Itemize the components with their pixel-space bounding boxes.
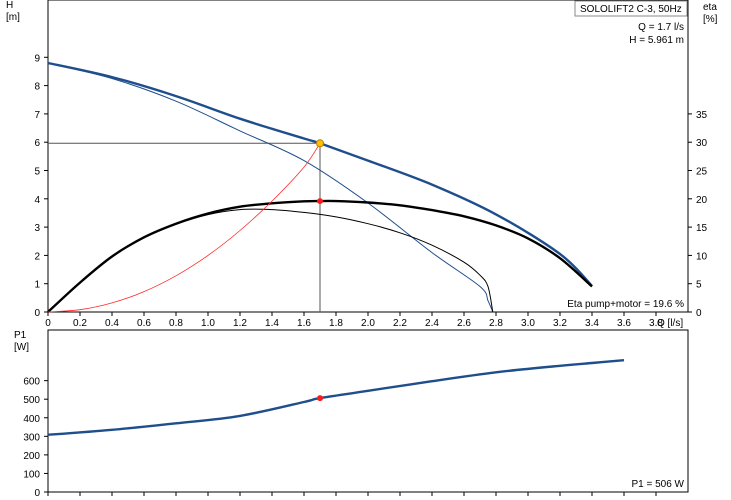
x-tick-label: 1.8 <box>329 318 343 329</box>
eta-tick-label: 15 <box>696 223 708 234</box>
eta-axis-label: eta <box>703 2 717 13</box>
duty-point-power-marker <box>317 395 323 402</box>
x-tick-label: 2.0 <box>361 318 375 329</box>
duty-guides <box>48 142 321 312</box>
x-tick-label: 2.6 <box>457 318 471 329</box>
head-axis-unit: [m] <box>6 12 20 23</box>
eta-annotation: Eta pump+motor = 19.6 % <box>567 299 684 310</box>
x-tick-label: 0.6 <box>137 318 151 329</box>
head-tick-label: 9 <box>34 53 40 64</box>
eta-tick-label: 20 <box>696 195 708 206</box>
duty-h-label: H = 5.961 m <box>629 35 684 46</box>
head-tick-label: 8 <box>34 82 40 93</box>
x-tick-label: 2.4 <box>425 318 439 329</box>
eta-tick-label: 0 <box>696 308 702 319</box>
power-tick-label: 400 <box>23 414 40 425</box>
head-tick-label: 6 <box>34 138 40 149</box>
duty-q-label: Q = 1.7 l/s <box>638 22 684 33</box>
head-tick-label: 7 <box>34 110 40 121</box>
x-tick-label: 3.8 <box>649 318 663 329</box>
head-curve-thin-line <box>47 62 494 313</box>
x-axis-ticks: 0 0.2 0.4 0.6 0.8 1.0 1.2 1.4 1.6 1.8 2.0 2.2 2.4 2.6… <box>45 312 663 496</box>
head-tick-label: 3 <box>34 223 40 234</box>
power-axis-label: P1 <box>14 330 27 341</box>
curves <box>47 61 625 436</box>
x-tick-label: 3.6 <box>617 318 631 329</box>
x-tick-label: 2.8 <box>489 318 503 329</box>
upper-plot-frame <box>47 0 689 313</box>
eta-tick-label: 10 <box>696 251 708 262</box>
power-tick-label: 600 <box>23 377 40 388</box>
head-tick-label: 0 <box>34 308 40 319</box>
eta-tick-label: 25 <box>696 167 708 178</box>
eta-curve-thin-line <box>47 208 494 313</box>
x-tick-label: 3.0 <box>521 318 535 329</box>
power-tick-label: 0 <box>34 488 40 499</box>
x-tick-label: 2.2 <box>393 318 407 329</box>
power-tick-label: 100 <box>23 469 40 480</box>
eta-axis-unit: [%] <box>703 14 718 25</box>
x-tick-label: 0.4 <box>105 318 119 329</box>
x-tick-label: 1.6 <box>297 318 311 329</box>
x-tick-label: 0.2 <box>73 318 87 329</box>
chart-title: SOLOLIFT2 C-3, 50Hz <box>580 4 682 15</box>
x-tick-label: 3.4 <box>585 318 599 329</box>
power-tick-label: 200 <box>23 451 40 462</box>
power-tick-label: 500 <box>23 395 40 406</box>
head-axis-ticks: 0 1 2 3 4 5 6 7 8 9 <box>34 53 48 319</box>
head-tick-label: 2 <box>34 251 40 262</box>
eta-tick-label: 30 <box>696 138 708 149</box>
power-tick-label: 300 <box>23 432 40 443</box>
x-tick-label: 1.4 <box>265 318 279 329</box>
power-curve-line <box>47 359 625 436</box>
eta-tick-label: 5 <box>696 280 702 291</box>
system-curve-line <box>47 143 321 313</box>
head-tick-label: 4 <box>34 195 40 206</box>
x-tick-label: 0 <box>45 318 51 329</box>
duty-point-eta-marker <box>317 198 323 205</box>
x-tick-label: 0.8 <box>169 318 183 329</box>
x-tick-label: 1.2 <box>233 318 247 329</box>
eta-tick-label: 35 <box>696 110 708 121</box>
x-tick-label: 1.0 <box>201 318 215 329</box>
x-tick-label: 3.2 <box>553 318 567 329</box>
power-annotation: P1 = 506 W <box>631 479 684 490</box>
power-axis-ticks: 0 100 200 300 400 500 600 <box>23 377 48 499</box>
lower-plot-frame <box>47 329 689 493</box>
head-axis-label: H <box>6 0 13 11</box>
duty-point-head-marker <box>316 139 324 148</box>
pump-performance-chart: H [m] eta [%] Q [l/s] P1 [W] SOLOLIFT2 C… <box>6 0 718 499</box>
power-axis-unit: [W] <box>14 342 29 353</box>
head-tick-label: 1 <box>34 280 40 291</box>
eta-axis-ticks: 0 5 10 15 20 25 30 35 <box>688 110 708 319</box>
head-tick-label: 5 <box>34 167 40 178</box>
